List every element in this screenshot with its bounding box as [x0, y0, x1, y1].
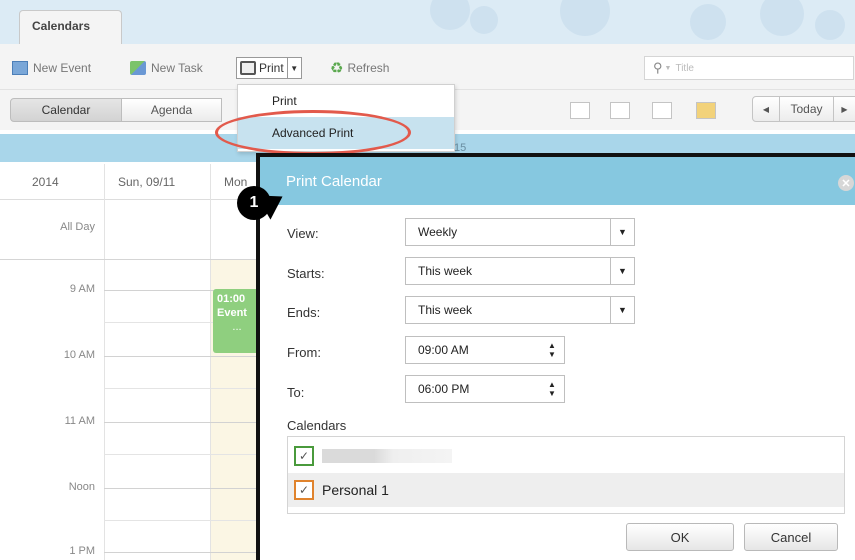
- from-label: From:: [287, 345, 321, 360]
- print-button[interactable]: Print: [236, 57, 288, 79]
- today-button[interactable]: Today: [780, 96, 834, 122]
- to-label: To:: [287, 385, 305, 400]
- new-event-button[interactable]: New Event: [12, 58, 91, 78]
- new-task-button[interactable]: New Task: [130, 58, 203, 78]
- view-label: View:: [287, 226, 319, 241]
- highlight-ellipse: [215, 110, 411, 155]
- from-value: 09:00 AM: [418, 343, 469, 357]
- calendar-checkbox[interactable]: ✓: [294, 446, 314, 466]
- to-time-spinner[interactable]: 06:00 PM ▲ ▼: [405, 375, 565, 403]
- view-tabs: Calendar Agenda: [10, 98, 222, 122]
- hour-line: [104, 552, 264, 553]
- cancel-button[interactable]: Cancel: [744, 523, 838, 551]
- search-input[interactable]: ⚲ ▼ Title: [644, 56, 854, 80]
- calendar-checkbox[interactable]: ✓: [294, 480, 314, 500]
- month-view-icon[interactable]: [696, 102, 716, 119]
- hour-line: [104, 356, 264, 357]
- calendar-row[interactable]: ✓: [288, 439, 844, 473]
- new-task-icon: [130, 61, 146, 75]
- date-nav: ◀ Today ▶: [752, 96, 855, 122]
- year-header: 2014: [32, 175, 59, 189]
- calendar-name: Personal 1: [322, 482, 389, 498]
- chevron-down-icon[interactable]: ▼: [610, 258, 634, 284]
- calendars-list: ✓ ✓ Personal 1: [287, 436, 845, 514]
- spinner-arrows-icon[interactable]: ▲ ▼: [540, 376, 564, 402]
- chevron-down-icon[interactable]: ▼: [610, 219, 634, 245]
- ok-button[interactable]: OK: [626, 523, 734, 551]
- view-value: Weekly: [418, 225, 458, 239]
- chevron-down-icon[interactable]: ▼: [610, 297, 634, 323]
- hour-line: [104, 488, 264, 489]
- printer-icon: [240, 61, 256, 75]
- refresh-button[interactable]: ♻ Refresh: [330, 58, 389, 78]
- time-label: 9 AM: [69, 283, 95, 295]
- caret-down-icon: ▼: [290, 63, 299, 73]
- header-band: Calendars: [0, 0, 855, 44]
- to-value: 06:00 PM: [418, 382, 470, 396]
- tab-calendar[interactable]: Calendar: [10, 98, 122, 122]
- tab-calendars[interactable]: Calendars: [19, 10, 122, 44]
- day-header-mon[interactable]: Mon: [224, 175, 247, 189]
- calendar-row[interactable]: ✓ Personal 1: [288, 473, 844, 507]
- ends-value: This week: [418, 303, 473, 317]
- starts-value: This week: [418, 264, 473, 278]
- starts-select[interactable]: This week ▼: [405, 257, 635, 285]
- refresh-icon: ♻: [330, 60, 344, 77]
- view-select[interactable]: Weekly ▼: [405, 218, 635, 246]
- day-header-sun[interactable]: Sun, 09/11: [118, 175, 175, 189]
- day-view-icon[interactable]: [570, 102, 590, 119]
- close-icon[interactable]: ✕: [838, 175, 854, 191]
- time-label: 1 PM: [69, 545, 95, 557]
- search-icon: ⚲: [653, 60, 663, 75]
- from-time-spinner[interactable]: 09:00 AM ▲ ▼: [405, 336, 565, 364]
- next-button[interactable]: ▶: [834, 96, 855, 122]
- ends-select[interactable]: This week ▼: [405, 296, 635, 324]
- search-placeholder: Title: [675, 62, 694, 74]
- workweek-view-icon[interactable]: [652, 102, 672, 119]
- dialog-title: Print Calendar: [260, 157, 855, 205]
- half-hour-line: [104, 388, 264, 389]
- spinner-arrows-icon[interactable]: ▲ ▼: [540, 337, 564, 363]
- chevron-right-icon: ▶: [841, 104, 848, 114]
- hour-line: [104, 422, 264, 423]
- calendars-label: Calendars: [287, 418, 347, 433]
- print-label: Print: [259, 61, 284, 75]
- refresh-label: Refresh: [347, 61, 390, 75]
- event-time: 01:00: [217, 293, 246, 305]
- time-label: Noon: [68, 481, 95, 493]
- time-label: 11 AM: [64, 415, 95, 427]
- new-event-label: New Event: [33, 61, 92, 75]
- half-hour-line: [104, 520, 264, 521]
- calendar-event[interactable]: 01:00 Event ...: [213, 289, 261, 353]
- print-dropdown-toggle[interactable]: ▼: [287, 57, 302, 79]
- event-more: ...: [232, 321, 242, 333]
- new-task-label: New Task: [151, 61, 203, 75]
- step-marker: 1: [237, 186, 271, 220]
- starts-label: Starts:: [287, 266, 325, 281]
- chevron-left-icon: ◀: [762, 104, 770, 114]
- tab-agenda[interactable]: Agenda: [122, 98, 222, 122]
- event-title: Event: [217, 307, 247, 319]
- week-view-icon[interactable]: [610, 102, 630, 119]
- time-label: 10 AM: [63, 349, 95, 361]
- prev-button[interactable]: ◀: [752, 96, 780, 122]
- redacted-calendar-name: [322, 449, 452, 463]
- all-day-label: All Day: [60, 221, 95, 233]
- ends-label: Ends:: [287, 305, 321, 320]
- search-filter-caret-icon[interactable]: ▼: [665, 65, 672, 72]
- new-event-icon: [12, 61, 28, 75]
- half-hour-line: [104, 454, 264, 455]
- print-button-group: Print ▼: [236, 56, 302, 80]
